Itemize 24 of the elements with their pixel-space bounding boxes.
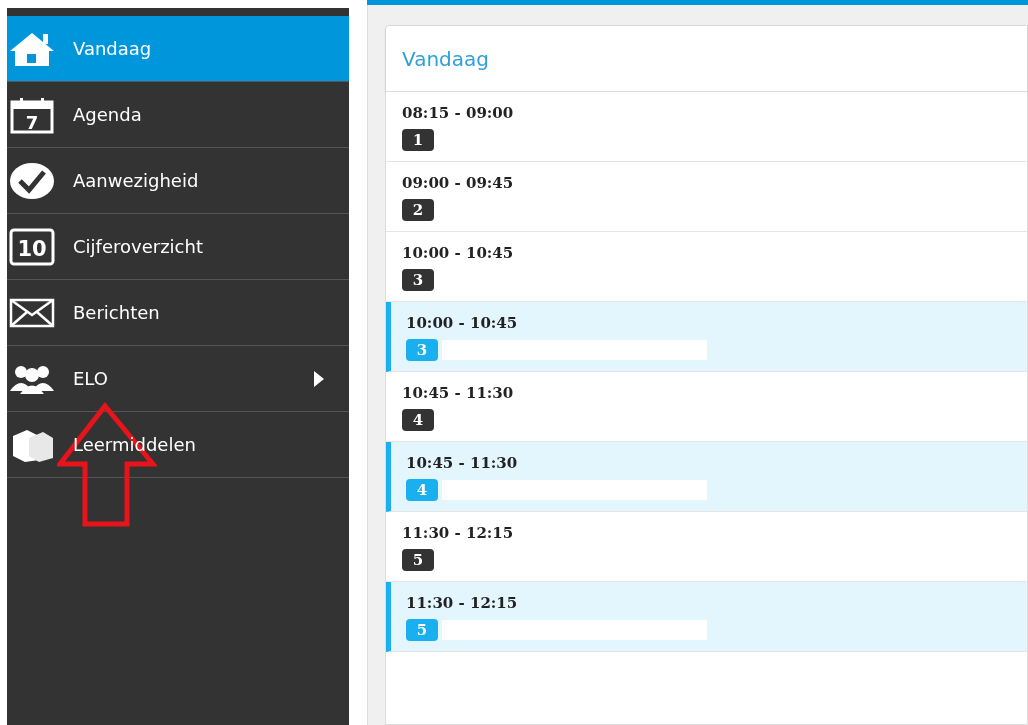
time-range: 10:45 - 11:30 [402,382,515,404]
checkmark-icon [9,161,55,200]
schedule-row[interactable]: 11:30 - 12:15 5 [386,582,1027,652]
card-title: Vandaag [402,45,489,73]
time-range: 10:00 - 10:45 [406,312,519,334]
chevron-right-icon [313,369,325,388]
hour-badge: 2 [402,199,434,222]
schedule-row[interactable]: 10:00 - 10:45 3 [386,302,1027,372]
hour-badge: 5 [402,549,434,572]
time-range: 11:30 - 12:15 [406,592,519,614]
time-range: 08:15 - 09:00 [402,102,515,124]
time-range: 09:00 - 09:45 [402,172,515,194]
hour-badge: 3 [402,269,434,292]
time-range: 11:30 - 12:15 [402,522,515,544]
hour-badge: 5 [406,619,438,642]
hour-badge: 4 [402,409,434,432]
hour-badge: 1 [402,129,434,152]
time-range: 10:45 - 11:30 [406,452,519,474]
hour-badge: 4 [406,479,438,502]
grade-icon: 10 [9,227,55,266]
hour-badge: 3 [406,339,438,362]
envelope-icon [9,297,55,328]
schedule-row[interactable]: 10:45 - 11:30 4 [386,442,1027,512]
time-range: 10:00 - 10:45 [402,242,515,264]
